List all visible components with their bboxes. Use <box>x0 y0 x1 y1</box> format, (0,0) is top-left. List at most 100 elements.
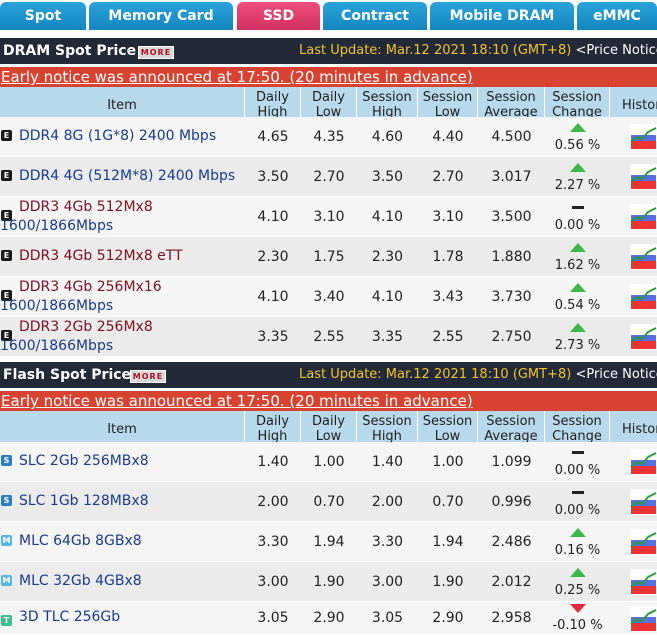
session-high: 2.30 <box>371 249 404 265</box>
history-chart-icon[interactable] <box>630 124 657 150</box>
change-percent: 0.00 % <box>554 503 601 518</box>
table-row: E DDR4 4G (512M*8) 2400 Mbps 3.50 2.70 3… <box>0 157 657 197</box>
item-name-line2[interactable]: 1600/1866Mbps <box>0 298 113 314</box>
history-chart-icon[interactable] <box>630 244 657 270</box>
history-chart-icon[interactable] <box>630 284 657 310</box>
daily-low: 3.10 <box>313 209 345 225</box>
session-average: 3.730 <box>491 289 532 305</box>
session-high: 4.10 <box>371 289 404 305</box>
daily-high: 3.35 <box>257 329 289 345</box>
history-chart-icon[interactable] <box>630 204 657 230</box>
dram-early-notice[interactable]: Early notice was announced at 17:50. (20… <box>0 67 657 87</box>
daily-low: 1.00 <box>313 454 345 470</box>
dram-chip-icon: E <box>1 250 12 261</box>
session-average: 2.750 <box>491 329 532 345</box>
session-low: 1.78 <box>432 249 464 265</box>
daily-high: 3.05 <box>257 610 289 626</box>
item-name-line2[interactable]: 1600/1866Mbps <box>0 218 113 234</box>
change-percent: -0.10 % <box>552 618 603 633</box>
product-tabs: Spot Memory Card SSD Contract Mobile DRA… <box>0 0 657 32</box>
up-arrow-icon <box>570 568 586 577</box>
tab-mobile-dram[interactable]: Mobile DRAM <box>430 2 574 30</box>
up-arrow-icon <box>570 163 586 172</box>
tab-label: Mobile DRAM <box>449 8 555 24</box>
item-name[interactable]: DDR3 4Gb 512Mx8 eTT <box>19 248 183 264</box>
session-low: 0.70 <box>432 494 464 510</box>
change-percent: 0.00 % <box>554 218 601 233</box>
change-percent: 1.62 % <box>554 258 601 273</box>
session-low: 1.00 <box>432 454 464 470</box>
dram-price-notice-link[interactable]: <Price Notice: <box>575 43 657 58</box>
up-arrow-icon <box>570 283 586 292</box>
table-row: S SLC 2Gb 256MBx8 1.40 1.00 1.40 1.00 1.… <box>0 442 657 482</box>
history-chart-icon[interactable] <box>630 164 657 190</box>
daily-low: 2.70 <box>313 169 345 185</box>
session-low: 1.94 <box>432 534 464 550</box>
session-average: 1.099 <box>491 454 532 470</box>
session-average: 2.486 <box>491 534 532 550</box>
table-row: S SLC 1Gb 128MBx8 2.00 0.70 2.00 0.70 0.… <box>0 482 657 522</box>
table-row: M MLC 64Gb 8GBx8 3.30 1.94 3.30 1.94 2.4… <box>0 522 657 562</box>
tab-emmc[interactable]: eMMC <box>577 2 657 30</box>
tab-spot[interactable]: Spot <box>0 2 86 30</box>
flash-more-button[interactable]: MORE <box>130 370 166 383</box>
up-arrow-icon <box>570 123 586 132</box>
item-name-line2[interactable]: 1600/1866Mbps <box>0 338 113 354</box>
tab-memory-card[interactable]: Memory Card <box>89 2 233 30</box>
session-low: 2.55 <box>432 329 464 345</box>
change-percent: 0.00 % <box>554 463 601 478</box>
flash-price-notice-link[interactable]: <Price Notice: <box>575 367 657 382</box>
dram-chip-icon: E <box>1 170 12 181</box>
dram-more-button[interactable]: MORE <box>138 46 174 59</box>
daily-high: 3.50 <box>257 169 289 185</box>
history-chart-icon[interactable] <box>630 449 657 475</box>
change-percent: 0.54 % <box>554 298 601 313</box>
session-low: 3.10 <box>432 209 464 225</box>
history-chart-icon[interactable] <box>630 529 657 555</box>
daily-low: 1.75 <box>313 249 345 265</box>
item-name[interactable]: MLC 32Gb 4GBx8 <box>19 573 142 589</box>
item-name[interactable]: DDR4 4G (512M*8) 2400 Mbps <box>19 168 235 184</box>
item-name[interactable]: SLC 2Gb 256MBx8 <box>19 453 149 469</box>
flash-last-update-text: Last Update: Mar.12 2021 18:10 (GMT+8) <box>299 367 572 382</box>
session-average: 3.500 <box>491 209 532 225</box>
session-average: 2.012 <box>491 574 532 590</box>
mlc-chip-icon: M <box>1 535 12 546</box>
item-name[interactable]: SLC 1Gb 128MBx8 <box>19 493 149 509</box>
table-row: E DDR3 4Gb 512Mx8 1600/1866Mbps 4.10 3.1… <box>0 197 657 237</box>
tab-label: Spot <box>24 8 62 24</box>
session-low: 1.90 <box>432 574 464 590</box>
dram-last-update-text: Last Update: Mar.12 2021 18:10 (GMT+8) <box>299 43 572 58</box>
daily-high: 4.10 <box>257 209 289 225</box>
flash-early-notice[interactable]: Early notice was announced at 17:50. (20… <box>0 391 657 411</box>
table-row: E DDR3 4Gb 512Mx8 eTT 2.30 1.75 2.30 1.7… <box>0 237 657 277</box>
history-chart-icon[interactable] <box>630 606 657 632</box>
up-arrow-icon <box>570 528 586 537</box>
item-name[interactable]: 3D TLC 256Gb <box>19 609 120 625</box>
item-name[interactable]: DDR3 4Gb 512Mx8 <box>19 199 153 215</box>
history-chart-icon[interactable] <box>630 324 657 350</box>
slc-chip-icon: S <box>1 495 12 506</box>
tab-label: Memory Card <box>108 8 214 24</box>
item-name[interactable]: DDR3 4Gb 256Mx16 <box>19 279 162 295</box>
session-average: 2.958 <box>491 610 532 626</box>
table-row: E DDR4 8G (1G*8) 2400 Mbps 4.65 4.35 4.6… <box>0 117 657 157</box>
session-high: 3.50 <box>371 169 404 185</box>
dram-early-notice-text: Early notice was announced at 17:50. (20… <box>1 68 473 86</box>
daily-high: 4.10 <box>257 289 289 305</box>
history-chart-icon[interactable] <box>630 569 657 595</box>
daily-low: 0.70 <box>313 494 345 510</box>
flat-dash-icon <box>572 491 584 494</box>
daily-low: 1.94 <box>313 534 345 550</box>
item-name[interactable]: DDR4 8G (1G*8) 2400 Mbps <box>19 128 216 144</box>
tab-contract[interactable]: Contract <box>323 2 427 30</box>
daily-high: 2.30 <box>257 249 289 265</box>
dram-last-update: Last Update: Mar.12 2021 18:10 (GMT+8) <… <box>299 38 657 64</box>
history-chart-icon[interactable] <box>630 489 657 515</box>
tab-label: eMMC <box>593 8 641 24</box>
item-name[interactable]: MLC 64Gb 8GBx8 <box>19 533 142 549</box>
item-name[interactable]: DDR3 2Gb 256Mx8 <box>19 319 153 335</box>
tab-ssd[interactable]: SSD <box>237 2 320 30</box>
dram-section-title: DRAM Spot Price <box>3 43 137 59</box>
daily-low: 3.40 <box>313 289 345 305</box>
